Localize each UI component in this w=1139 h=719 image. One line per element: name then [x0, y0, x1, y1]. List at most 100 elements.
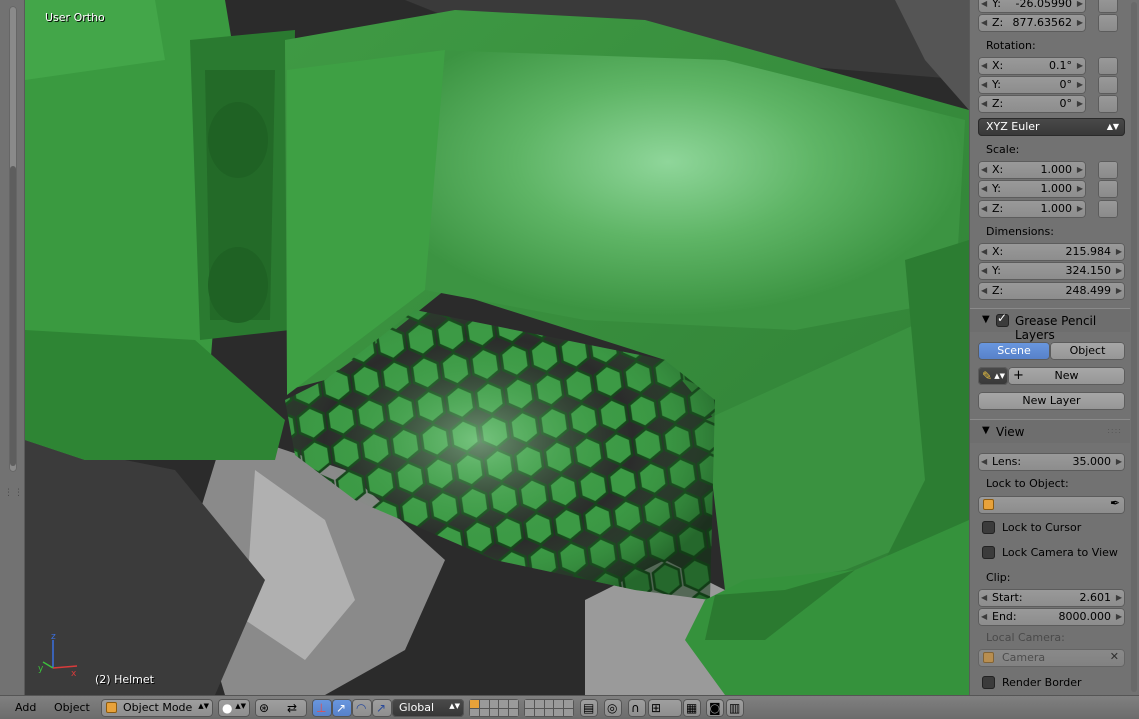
layer-buttons-group-2[interactable] — [524, 699, 574, 717]
collapse-triangle-icon[interactable]: ▼ — [982, 425, 990, 436]
lens-field[interactable]: ◀ Lens: 35.000 ▶ — [978, 453, 1125, 471]
view-panel-header[interactable]: ▼ View :::: — [970, 419, 1130, 443]
rotation-z-field[interactable]: ◀ Z: 0° ▶ — [978, 95, 1086, 113]
viewport-header: Add Object Object Mode ▲▼ ● ▲▼ ⊛ ⇄ ⊥ ↗ ◠… — [0, 695, 1139, 719]
collapse-triangle-icon[interactable]: ▼ — [982, 314, 990, 325]
viewport-shading-dropdown[interactable]: ● ▲▼ — [218, 699, 250, 717]
lock-camera-to-view-label: Lock Camera to View — [1002, 546, 1118, 559]
helmet-mesh-render — [25, 0, 969, 695]
toolshelf-strip[interactable]: ⋮⋮ — [0, 0, 25, 695]
toolshelf-resize-grip[interactable]: ⋮⋮ — [4, 488, 24, 498]
pivot-point-dropdown[interactable]: ⊛ ⇄ — [255, 699, 307, 717]
menu-add[interactable]: Add — [15, 701, 36, 714]
lens-value: 35.000 — [1072, 455, 1112, 468]
scale-x-field[interactable]: ◀ X: 1.000 ▶ — [978, 161, 1086, 179]
clear-x-icon[interactable]: ✕ — [1110, 650, 1119, 663]
scale-y-lock-icon[interactable] — [1098, 180, 1118, 198]
proportional-editing-button[interactable]: ◎ — [604, 699, 622, 717]
rotation-z-lock-icon[interactable] — [1098, 95, 1118, 113]
tab-scene[interactable]: Scene — [978, 342, 1050, 360]
pivot-icon: ⊛ — [259, 701, 270, 715]
render-opengl-still-button[interactable]: ◙ — [706, 699, 724, 717]
scale-manipulator-button[interactable]: ↗ — [372, 699, 392, 717]
snap-toggle-button[interactable]: ∩ — [628, 699, 646, 717]
snap-increment-icon: ⊞ — [651, 701, 662, 715]
render-border-checkbox[interactable] — [982, 676, 995, 689]
scale-x-label: X: — [992, 163, 1004, 176]
rotation-y-field[interactable]: ◀ Y: 0° ▶ — [978, 76, 1086, 94]
location-z-value: 877.63562 — [1012, 16, 1073, 29]
translate-manipulator-button[interactable]: ↗ — [332, 699, 352, 717]
scale-z-lock-icon[interactable] — [1098, 200, 1118, 218]
toolshelf-scroll-thumb[interactable] — [10, 166, 16, 466]
dimensions-z-field[interactable]: ◀ Z: 248.499 ▶ — [978, 282, 1125, 300]
rotation-x-lock-icon[interactable] — [1098, 57, 1118, 75]
snap-target-button[interactable]: ▦ — [683, 699, 701, 717]
scale-y-value: 1.000 — [1040, 182, 1073, 195]
render-opengl-animation-button[interactable]: ▥ — [726, 699, 744, 717]
properties-panel[interactable]: ◀ Y: -26.05990 ▶ ◀ Z: 877.63562 ▶ Rotation: ◀ X… — [969, 0, 1139, 695]
scale-z-label: Z: — [992, 202, 1004, 215]
menu-object[interactable]: Object — [54, 701, 90, 714]
new-button-label: New — [1054, 369, 1079, 382]
3d-viewport[interactable]: User Ortho (2) Helmet z y x — [25, 0, 969, 695]
solid-sphere-icon: ● — [222, 701, 233, 715]
eyedropper-icon[interactable]: ✒ — [1110, 496, 1120, 510]
location-y-field[interactable]: ◀ Y: -26.05990 ▶ — [978, 0, 1086, 13]
scale-x-lock-icon[interactable] — [1098, 161, 1118, 179]
proportional-circle-icon: ◎ — [607, 701, 618, 715]
orientation-value: Global — [399, 701, 435, 714]
lock-to-cursor-checkbox[interactable] — [982, 521, 995, 534]
location-y-lock-icon[interactable] — [1098, 0, 1118, 13]
new-layer-button[interactable]: New Layer — [978, 392, 1125, 410]
chevron-updown-icon: ▲▼ — [994, 372, 1005, 380]
clip-start-label: Start: — [992, 591, 1023, 604]
chevron-updown-icon: ▲▼ — [235, 702, 246, 710]
location-z-lock-icon[interactable] — [1098, 14, 1118, 32]
clip-end-field[interactable]: ◀ End: 8000.000 ▶ — [978, 608, 1125, 626]
lock-to-cursor-label: Lock to Cursor — [1002, 521, 1082, 534]
panel-drag-handle-icon[interactable]: :::: — [1107, 426, 1122, 435]
mode-value: Object Mode — [123, 701, 193, 714]
manipulator-toggle[interactable]: ⊥ — [312, 699, 332, 717]
properties-scrollbar[interactable] — [1131, 2, 1137, 692]
toolshelf-scrollbar[interactable] — [9, 6, 17, 472]
snap-element-dropdown[interactable]: ⊞ — [648, 699, 682, 717]
grease-pencil-enable-checkbox[interactable] — [996, 311, 1009, 327]
rotation-x-field[interactable]: ◀ X: 0.1° ▶ — [978, 57, 1086, 75]
layer-buttons-group-1[interactable] — [469, 699, 519, 717]
rotate-manipulator-button[interactable]: ◠ — [352, 699, 372, 717]
rotation-y-lock-icon[interactable] — [1098, 76, 1118, 94]
grease-pencil-panel-header[interactable]: ▼ Grease Pencil Layers — [970, 308, 1130, 342]
local-camera-field[interactable]: Camera ✕ — [978, 649, 1125, 667]
grease-pencil-datablock-selector[interactable]: ✎ ▲▼ — [978, 367, 1008, 385]
clip-label: Clip: — [986, 571, 1011, 584]
mode-dropdown[interactable]: Object Mode ▲▼ — [101, 699, 213, 717]
arrow-icon: ↗ — [336, 701, 347, 715]
plus-icon: + — [1013, 368, 1024, 383]
new-grease-pencil-button[interactable]: + New — [1008, 367, 1125, 385]
lock-camera-to-view-checkbox[interactable] — [982, 546, 995, 559]
grease-pencil-title: Grease Pencil Layers — [1015, 314, 1097, 342]
view-panel-title: View — [996, 425, 1025, 439]
location-z-field[interactable]: ◀ Z: 877.63562 ▶ — [978, 14, 1086, 32]
dimensions-y-field[interactable]: ◀ Y: 324.150 ▶ — [978, 262, 1125, 280]
transform-orientation-dropdown[interactable]: Global ▲▼ — [392, 699, 464, 717]
rotation-mode-dropdown[interactable]: XYZ Euler ▲▼ — [978, 118, 1125, 136]
svg-text:z: z — [51, 632, 56, 642]
rotation-x-value: 0.1° — [1049, 59, 1072, 72]
scale-y-field[interactable]: ◀ Y: 1.000 ▶ — [978, 180, 1086, 198]
dimensions-x-value: 215.984 — [1065, 245, 1112, 258]
location-y-label: Y: — [992, 0, 1001, 10]
axis-gizmo: z y x — [38, 632, 78, 677]
lock-to-object-field[interactable]: ✒ — [978, 496, 1125, 514]
tab-object[interactable]: Object — [1050, 342, 1125, 360]
scale-arrow-icon: ↗ — [376, 701, 387, 715]
lock-camera-layers-button[interactable]: ▤ — [580, 699, 598, 717]
clip-start-field[interactable]: ◀ Start: 2.601 ▶ — [978, 589, 1125, 607]
dimensions-x-field[interactable]: ◀ X: 215.984 ▶ — [978, 243, 1125, 261]
rotate-arc-icon: ◠ — [356, 701, 367, 715]
scale-z-field[interactable]: ◀ Z: 1.000 ▶ — [978, 200, 1086, 218]
magnet-icon: ∩ — [631, 701, 640, 715]
rotation-mode-value: XYZ Euler — [986, 120, 1040, 133]
